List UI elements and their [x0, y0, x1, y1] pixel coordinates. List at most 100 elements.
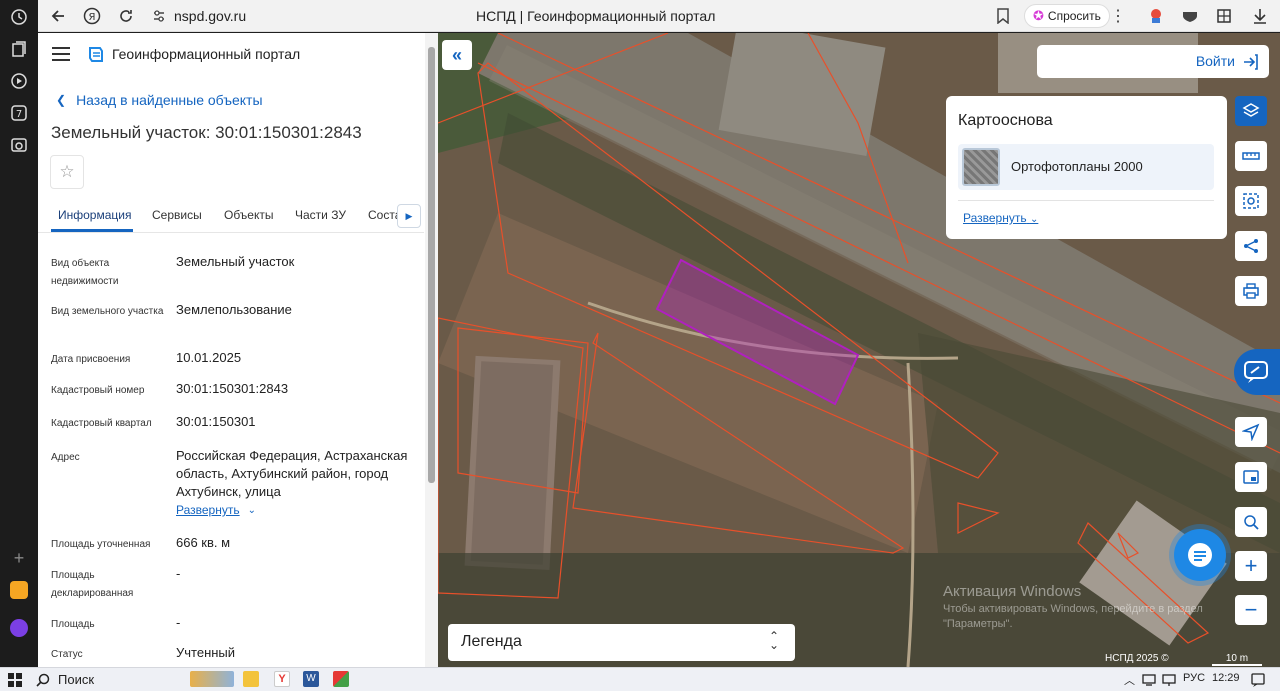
search-location-button[interactable] — [1235, 507, 1267, 537]
network-icon[interactable] — [1142, 673, 1156, 687]
basemap-thumbnail — [962, 148, 1000, 186]
field-value: 666 кв. м — [176, 535, 231, 550]
basemap-option[interactable]: Ортофотопланы 2000 — [958, 144, 1214, 190]
tab-info[interactable]: Информация — [58, 208, 131, 222]
divider — [958, 200, 1214, 201]
field-value: - — [176, 566, 181, 581]
expand-label: Развернуть — [176, 503, 240, 517]
tabs-next-button[interactable]: ▶ — [397, 204, 421, 228]
print-button[interactable] — [1235, 276, 1267, 306]
browser-sidebar: 7 + — [0, 0, 38, 667]
back-arrow-icon[interactable] — [48, 6, 68, 26]
zoom-out-button[interactable]: − — [1235, 595, 1267, 625]
bookmark-icon[interactable] — [996, 8, 1010, 24]
ask-button[interactable]: ✪ Спросить — [1024, 4, 1110, 28]
tab-parts[interactable]: Части ЗУ — [295, 208, 346, 222]
layers-tool-button[interactable] — [1235, 96, 1267, 126]
ask-label: Спросить — [1047, 9, 1101, 23]
tab-objects[interactable]: Объекты — [224, 208, 274, 222]
area-select-icon — [1243, 193, 1259, 209]
tab-bar: Информация Сервисы Объекты Части ЗУ Сост… — [38, 201, 424, 233]
geolocate-button[interactable] — [1235, 417, 1267, 447]
zoom-in-button[interactable]: + — [1235, 551, 1267, 581]
basemap-expand-link[interactable]: Развернуть ⌄ — [963, 211, 1038, 225]
shield-icon[interactable] — [1180, 6, 1200, 26]
taskbar-search[interactable]: Поиск — [36, 672, 94, 687]
search-icon — [36, 673, 50, 687]
address-bar[interactable]: nspd.gov.ru НСПД | Геоинформационный пор… — [146, 4, 1026, 28]
chevron-down-icon: ⌄ — [1029, 214, 1039, 225]
tab-services[interactable]: Сервисы — [152, 208, 202, 222]
field-value: 30:01:150301:2843 — [176, 381, 289, 396]
copyright-text: НСПД 2025 © — [1105, 653, 1169, 664]
menu-icon[interactable] — [52, 47, 70, 61]
chevron-up-icon[interactable]: ︿ — [1124, 672, 1135, 688]
location-search-icon — [1244, 515, 1259, 530]
chevron-down-icon: ⌄ — [247, 504, 256, 516]
alice-icon[interactable] — [10, 619, 28, 637]
page-title: НСПД | Геоинформационный портал — [476, 8, 716, 24]
panel-scrollbar[interactable] — [425, 33, 438, 667]
share-icon — [1244, 239, 1258, 253]
site-info-icon[interactable] — [152, 8, 166, 24]
feedback-icon — [1244, 361, 1268, 383]
address-expand-link[interactable]: Развернуть ⌄ — [176, 503, 256, 517]
add-icon[interactable]: + — [10, 549, 28, 567]
video-icon[interactable] — [10, 72, 28, 90]
profile-icon[interactable] — [1146, 6, 1166, 26]
windows-start-icon[interactable] — [8, 673, 22, 687]
field-value: Землепользование — [176, 302, 292, 317]
svg-text:Я: Я — [89, 12, 96, 23]
yandex-browser-icon[interactable]: Y — [274, 671, 290, 687]
seven-icon[interactable]: 7 — [10, 104, 28, 122]
windows-taskbar: Поиск Y W ︿ РУС 12:29 — [0, 667, 1280, 691]
collapse-panel-button[interactable]: « — [442, 40, 472, 70]
map-view[interactable]: « Войти Картооснова Ортофотопланы 2000 Р… — [438, 33, 1280, 667]
yandex-icon[interactable]: Я — [82, 6, 102, 26]
field-label: Кадастровый номер — [51, 385, 145, 396]
winrar-icon[interactable] — [333, 671, 349, 687]
monitor-icon[interactable] — [1162, 673, 1176, 687]
field-label: Площадь — [51, 619, 95, 630]
area-select-tool-button[interactable] — [1235, 186, 1267, 216]
history-icon[interactable] — [10, 8, 28, 26]
file-explorer-icon[interactable] — [243, 671, 259, 687]
clock[interactable]: 12:29 — [1212, 672, 1240, 684]
basemap-popup: Картооснова Ортофотопланы 2000 Развернут… — [946, 96, 1227, 239]
minimap-button[interactable] — [1235, 462, 1267, 492]
layers-icon — [1242, 103, 1260, 117]
field-label: Площадь декларированная — [51, 570, 134, 599]
field-value: - — [176, 615, 181, 630]
word-icon[interactable]: W — [303, 671, 319, 687]
ruler-icon — [1242, 152, 1260, 160]
collections-icon[interactable] — [10, 40, 28, 58]
svg-text:7: 7 — [16, 109, 22, 120]
keyboard-language[interactable]: РУС — [1183, 672, 1205, 684]
url-text[interactable]: nspd.gov.ru — [174, 8, 246, 24]
notifications-icon[interactable] — [1250, 672, 1266, 688]
favorite-star-icon[interactable]: ☆ — [50, 155, 84, 189]
field-label: Дата присвоения — [51, 354, 131, 365]
search-highlight-image — [190, 671, 234, 687]
legend-dropdown[interactable]: Легенда ⌃ ⌄ — [448, 624, 795, 661]
back-to-results-link[interactable]: ❮ Назад в найденные объекты — [56, 92, 263, 108]
mail-icon[interactable] — [10, 581, 28, 599]
download-icon[interactable] — [1250, 6, 1270, 26]
ruler-tool-button[interactable] — [1235, 141, 1267, 171]
scale-bar: 10 m — [1212, 653, 1262, 666]
field-value: Учтенный — [176, 645, 236, 660]
feedback-button[interactable] — [1234, 349, 1280, 395]
share-button[interactable] — [1235, 231, 1267, 261]
screenshot-icon[interactable] — [10, 136, 28, 154]
field-label: Вид объекта недвижимости — [51, 258, 119, 287]
extensions-icon[interactable] — [1214, 6, 1234, 26]
chat-button[interactable] — [1174, 529, 1226, 581]
portal-name: Геоинформационный портал — [112, 46, 301, 62]
basemap-title: Картооснова — [958, 112, 1053, 129]
field-label: Адрес — [51, 452, 80, 463]
minimap-icon — [1243, 470, 1259, 484]
login-button[interactable]: Войти — [1037, 45, 1269, 78]
reload-icon[interactable] — [116, 6, 136, 26]
field-value: Земельный участок — [176, 254, 295, 269]
more-icon[interactable]: ⋮ — [1108, 6, 1128, 26]
